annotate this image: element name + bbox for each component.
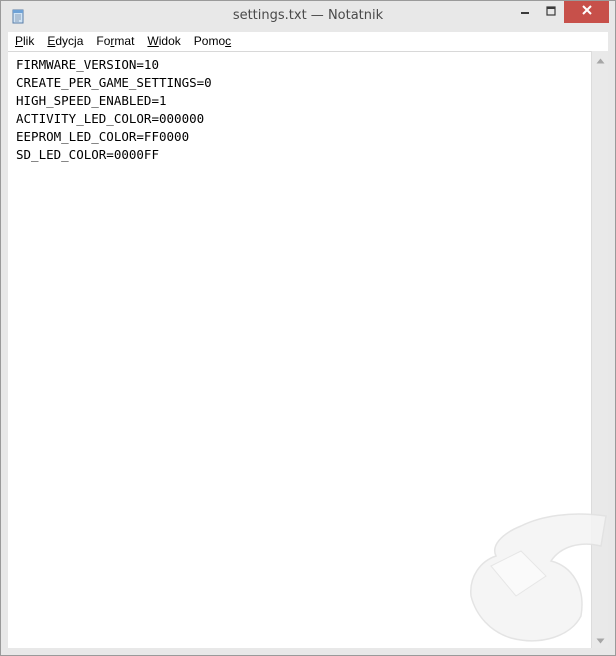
text-line: ACTIVITY_LED_COLOR=000000 [16,111,205,126]
scroll-up-button[interactable] [592,51,608,68]
vertical-scrollbar[interactable] [591,51,608,648]
text-line: EEPROM_LED_COLOR=FF0000 [16,129,190,144]
menu-edycja[interactable]: Edycja [40,32,89,51]
scroll-down-arrow-icon [596,631,605,649]
menu-bar: Plik Edycja Format Widok Pomoc [8,32,608,51]
maximize-button[interactable] [538,1,564,23]
text-line: HIGH_SPEED_ENABLED=1 [16,93,167,108]
window-bottom-border [8,648,608,655]
scroll-up-arrow-icon [596,51,605,69]
text-line: FIRMWARE_VERSION=10 [16,57,159,72]
text-line: SD_LED_COLOR=0000FF [16,147,159,162]
menu-format[interactable]: Format [89,32,140,51]
maximize-icon [546,3,556,21]
menu-plik[interactable]: Plik [8,32,40,51]
text-editor-area[interactable]: FIRMWARE_VERSION=10 CREATE_PER_GAME_SETT… [8,51,591,648]
minimize-icon [520,3,530,21]
scroll-down-button[interactable] [592,631,608,648]
close-button[interactable] [564,1,609,23]
close-icon [581,3,593,21]
text-line: CREATE_PER_GAME_SETTINGS=0 [16,75,212,90]
notepad-window: settings.txt — Notatnik Plik Edycja Form… [0,0,616,656]
title-bar[interactable]: settings.txt — Notatnik [1,1,615,32]
minimize-button[interactable] [511,1,538,23]
menu-pomoc[interactable]: Pomoc [187,32,237,51]
menu-widok[interactable]: Widok [140,32,186,51]
